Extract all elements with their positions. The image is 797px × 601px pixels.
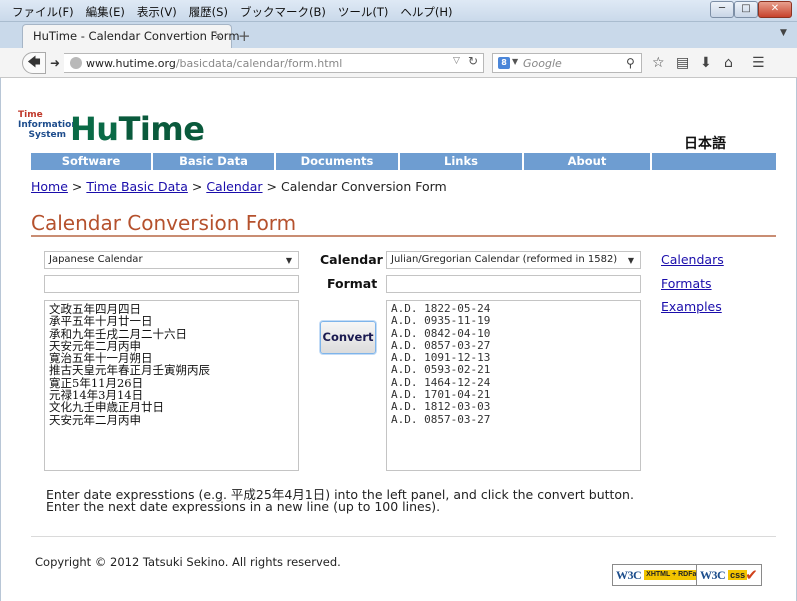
copyright-text: Copyright © 2012 Tatsuki Sekino. All rig…: [35, 555, 341, 569]
nav-links[interactable]: Links: [400, 153, 524, 170]
checkmark-icon: ✔: [745, 566, 758, 584]
search-bar[interactable]: 8 ▼ Google: [492, 53, 642, 73]
close-window-button[interactable]: ✕: [758, 1, 792, 18]
hutime-logo[interactable]: Time Information System HuTime: [18, 110, 218, 150]
url-bar[interactable]: www.hutime.org/basicdata/calendar/form.h…: [64, 53, 484, 73]
new-tab-icon[interactable]: +: [238, 27, 251, 45]
bookmark-star-icon[interactable]: ☆: [652, 55, 665, 71]
chevron-down-icon: ▼: [285, 256, 292, 265]
target-format-field[interactable]: [386, 275, 641, 293]
breadcrumb-separator: >: [191, 179, 203, 194]
breadcrumb-separator: >: [266, 179, 277, 194]
url-path: /basicdata/calendar/form.html: [175, 57, 343, 70]
menu-tools[interactable]: ツール(T): [332, 3, 395, 20]
source-calendar-select[interactable]: Japanese Calendar ▼: [44, 251, 299, 269]
breadcrumb-basic-data[interactable]: Time Basic Data: [86, 179, 187, 194]
google-search-engine-icon[interactable]: 8: [498, 57, 510, 69]
formats-link[interactable]: Formats: [661, 276, 712, 291]
navigation-toolbar: 🡄 ➜ www.hutime.org/basicdata/calendar/fo…: [0, 48, 797, 78]
input-date-line: 承平五年十月廿一日: [49, 314, 153, 329]
input-date-line: 推古天皇元年春正月壬寅朔丙辰: [49, 363, 210, 378]
home-icon[interactable]: ⌂: [724, 55, 733, 71]
calendar-label: Calendar: [320, 252, 383, 267]
menu-view[interactable]: 表示(V): [131, 3, 183, 20]
japanese-language-link[interactable]: 日本語: [684, 133, 726, 153]
nav-basic-data[interactable]: Basic Data: [153, 153, 276, 170]
logo-wordmark: HuTime: [70, 110, 205, 148]
reading-list-icon[interactable]: ▤: [676, 55, 689, 71]
tab-list-dropdown-icon[interactable]: ▼: [780, 28, 787, 38]
instruction-text-2: Enter the next date expressions in a new…: [46, 499, 441, 514]
nav-blank: [652, 153, 776, 170]
tab-bar: HuTime - Calendar Convertion Form × + ▼: [0, 22, 797, 48]
source-calendar-value: Japanese Calendar: [49, 254, 143, 265]
breadcrumb: Home > Time Basic Data > Calendar > Cale…: [31, 179, 447, 194]
output-date-line: A.D. 0857-03-27: [391, 412, 491, 426]
w3c-logo: W3C: [700, 567, 726, 582]
logo-hu: Hu: [70, 110, 119, 148]
calendars-link[interactable]: Calendars: [661, 252, 724, 267]
output-date-line: A.D. 0935-11-19: [391, 314, 491, 328]
tab-close-icon[interactable]: ×: [214, 29, 223, 42]
search-icon[interactable]: ⚲: [626, 56, 635, 70]
page-content: Time Information System HuTime 日本語 Softw…: [0, 78, 797, 601]
source-format-field[interactable]: [44, 275, 299, 293]
url-dropdown-icon[interactable]: ▽: [453, 56, 460, 66]
tab-title: HuTime - Calendar Convertion Form: [33, 29, 240, 43]
convert-button[interactable]: Convert: [320, 321, 376, 354]
window-titlebar: ファイル(F) 編集(E) 表示(V) 履歴(S) ブックマーク(B) ツール(…: [0, 0, 797, 22]
nav-about[interactable]: About: [524, 153, 652, 170]
forward-icon[interactable]: ➜: [46, 54, 64, 72]
menu-icon[interactable]: ☰: [752, 55, 765, 71]
chevron-down-icon: ▼: [627, 256, 634, 265]
menu-file[interactable]: ファイル(F): [6, 3, 80, 20]
breadcrumb-separator: >: [71, 179, 83, 194]
target-calendar-value: Julian/Gregorian Calendar (reformed in 1…: [391, 254, 618, 265]
logo-time: Time: [118, 110, 205, 148]
logo-line-time: Time: [18, 110, 43, 120]
format-label: Format: [327, 276, 378, 291]
search-input[interactable]: Google: [523, 57, 562, 70]
output-date-line: A.D. 0593-02-21: [391, 363, 491, 377]
minimize-button[interactable]: ─: [710, 1, 734, 18]
menu-bookmarks[interactable]: ブックマーク(B): [234, 3, 332, 20]
menu-help[interactable]: ヘルプ(H): [394, 3, 458, 20]
site-identity-icon[interactable]: [70, 57, 82, 69]
breadcrumb-home[interactable]: Home: [31, 179, 68, 194]
download-icon[interactable]: ⬇: [700, 55, 712, 71]
nav-documents[interactable]: Documents: [276, 153, 400, 170]
menu-bar: ファイル(F) 編集(E) 表示(V) 履歴(S) ブックマーク(B) ツール(…: [6, 3, 458, 20]
search-engine-dropdown-icon[interactable]: ▼: [512, 57, 518, 66]
input-dates-textarea[interactable]: 文政五年四月四日 承平五年十月廿一日 承和九年壬戌二月二十六日 天安元年二月丙申 寛治五…: [44, 300, 299, 471]
w3c-logo: W3C: [616, 567, 642, 582]
logo-line-system: System: [28, 130, 67, 140]
maximize-button[interactable]: □: [734, 1, 758, 18]
logo-line-information: Information: [18, 120, 78, 130]
breadcrumb-current: Calendar Conversion Form: [280, 179, 447, 194]
target-calendar-select[interactable]: Julian/Gregorian Calendar (reformed in 1…: [386, 251, 641, 269]
back-icon[interactable]: 🡄: [22, 52, 46, 74]
title-divider: [31, 235, 776, 237]
page-title: Calendar Conversion Form: [31, 211, 297, 235]
url-host: www.hutime.org: [86, 57, 176, 70]
menu-edit[interactable]: 編集(E): [80, 3, 131, 20]
input-date-line: 天安元年二月丙申: [49, 412, 141, 427]
breadcrumb-calendar[interactable]: Calendar: [206, 179, 262, 194]
nav-software[interactable]: Software: [31, 153, 153, 170]
footer-divider: [31, 536, 776, 537]
examples-link[interactable]: Examples: [661, 299, 722, 314]
output-dates-textarea[interactable]: A.D. 1822-05-24 A.D. 0935-11-19 A.D. 0842-…: [386, 300, 641, 471]
input-date-line: 文化九壬申歳正月廿日: [49, 400, 164, 415]
xhtml-rdfa-tag: XHTML + RDFa: [644, 570, 699, 580]
logo-subtitle: Time Information System: [18, 110, 78, 140]
w3c-css-badge[interactable]: W3C css ✔: [696, 564, 762, 586]
site-navigation: Software Basic Data Documents Links Abou…: [31, 153, 776, 170]
tab-hutime-form[interactable]: HuTime - Calendar Convertion Form ×: [22, 24, 240, 48]
output-date-line: A.D. 1812-03-03: [391, 400, 491, 414]
reload-icon[interactable]: ↻: [468, 54, 478, 68]
menu-history[interactable]: 履歴(S): [183, 3, 234, 20]
